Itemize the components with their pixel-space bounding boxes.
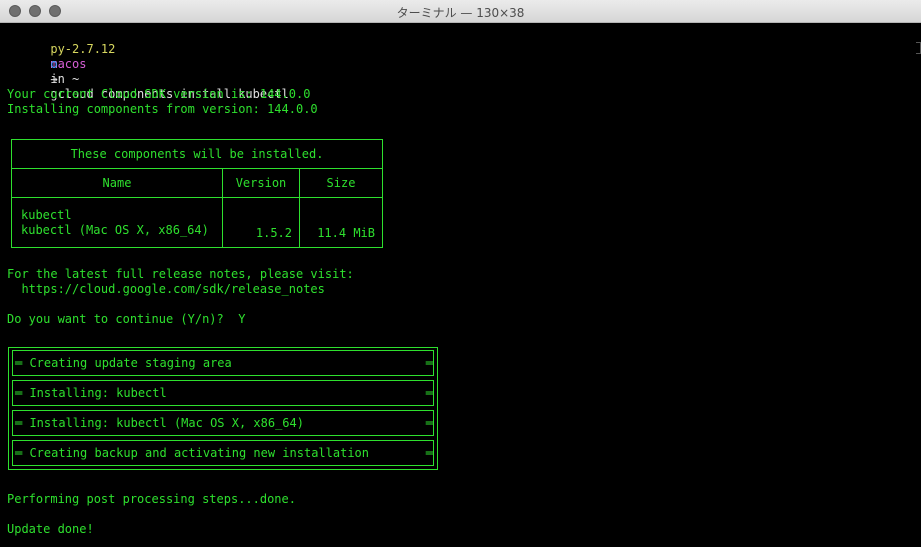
header-name: Name	[11, 168, 223, 198]
progress-step-label: ═ Creating update staging area	[15, 356, 232, 370]
progress-step: ═ Installing: kubectl (Mac OS X, x86_64)…	[12, 410, 434, 436]
progress-step-label: ═ Creating backup and activating new ins…	[15, 446, 370, 460]
post-processing-line: Performing post processing steps...done.	[7, 492, 296, 506]
terminal-window: ターミナル — 130×38 py-2.7.12 macos in ~ o → …	[0, 0, 921, 547]
sdk-version-line: Your current Cloud SDK version is: 144.0…	[7, 87, 311, 101]
component-size-cell: 11.4 MiB	[299, 197, 383, 248]
header-size: Size	[299, 168, 383, 198]
component-version-cell: 1.5.2	[222, 197, 300, 248]
progress-steps: ═ Creating update staging area ═ ═ Insta…	[8, 347, 438, 470]
component-name-cell: kubectl kubectl (Mac OS X, x86_64)	[11, 197, 223, 248]
prompt-marker: o	[50, 57, 58, 71]
continue-prompt: Do you want to continue (Y/n)? Y	[7, 312, 246, 326]
progress-step: ═ Creating backup and activating new ins…	[12, 440, 434, 466]
prompt-arrow: →	[50, 72, 58, 86]
title-bar[interactable]: ターミナル — 130×38	[0, 0, 921, 23]
update-done-line: Update done!	[7, 522, 94, 536]
progress-step-end: ═	[425, 416, 433, 430]
header-version: Version	[222, 168, 300, 198]
progress-step-label: ═ Installing: kubectl	[15, 386, 167, 400]
scroll-indicator	[916, 42, 921, 54]
table-caption: These components will be installed.	[11, 139, 383, 169]
release-notes-url: https://cloud.google.com/sdk/release_not…	[7, 282, 325, 296]
progress-step-end: ═	[425, 446, 433, 460]
progress-step-end: ═	[425, 386, 433, 400]
component-name-line2: kubectl (Mac OS X, x86_64)	[21, 222, 209, 237]
progress-step: ═ Creating update staging area ═	[12, 350, 434, 376]
progress-step-label: ═ Installing: kubectl (Mac OS X, x86_64)	[15, 416, 304, 430]
components-table: These components will be installed. Name…	[11, 139, 383, 248]
release-notes-line: For the latest full release notes, pleas…	[7, 267, 354, 281]
installing-from-line: Installing components from version: 144.…	[7, 102, 318, 116]
progress-step-end: ═	[425, 356, 433, 370]
progress-step: ═ Installing: kubectl ═	[12, 380, 434, 406]
table-row: kubectl kubectl (Mac OS X, x86_64) 1.5.2…	[11, 197, 383, 248]
window-title: ターミナル — 130×38	[396, 6, 525, 20]
component-name-line1: kubectl	[21, 207, 72, 222]
